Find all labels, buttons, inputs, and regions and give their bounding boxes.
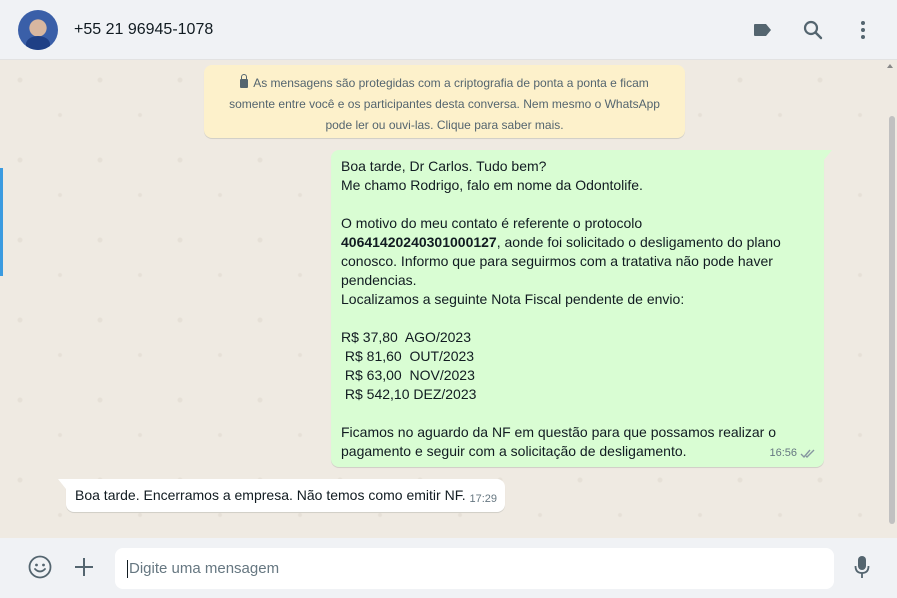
protocol-rest: , aonde foi solicitado o desligamento do… <box>496 234 781 250</box>
message-meta: 17:29 <box>469 490 497 509</box>
message-line <box>341 309 814 328</box>
message-input[interactable] <box>115 548 834 589</box>
message-line <box>341 195 814 214</box>
lock-icon <box>240 74 249 88</box>
composer-bar <box>0 538 897 598</box>
encryption-notice[interactable]: As mensagens são protegidas com a cripto… <box>204 65 685 138</box>
message-time: 17:29 <box>469 493 497 505</box>
avatar[interactable] <box>18 9 58 50</box>
message-meta: 16:56 <box>769 444 816 463</box>
message-line: R$ 81,60 OUT/2023 <box>341 348 475 364</box>
message-line: Boa tarde, Dr Carlos. Tudo bem? <box>341 158 547 174</box>
message-text: Boa tarde. Encerramos a empresa. Não tem… <box>75 487 466 503</box>
message-line: Localizamos a seguinte Nota Fiscal pende… <box>341 291 685 307</box>
search-icon[interactable] <box>801 18 825 42</box>
emoji-icon[interactable] <box>27 554 53 580</box>
encryption-notice-line-2: somente entre você e os participantes de… <box>229 97 660 111</box>
protocol-number: 40641420240301000127 <box>341 234 497 250</box>
chat-header: +55 21 96945-1078 <box>0 0 897 60</box>
scroll-up-arrow-icon[interactable] <box>887 64 893 68</box>
attach-plus-icon[interactable] <box>71 554 97 580</box>
message-line: O motivo do meu contato é referente o pr… <box>341 215 643 231</box>
scrollbar[interactable] <box>887 60 895 532</box>
message-line: R$ 63,00 NOV/2023 <box>341 367 475 383</box>
message-line: Ficamos no aguardo da NF em questão para… <box>341 424 777 440</box>
contact-name[interactable]: +55 21 96945-1078 <box>74 21 213 39</box>
message-line: pagamento e seguir com a solicitação de … <box>341 443 687 459</box>
text-caret <box>127 560 128 578</box>
encryption-notice-line-3: pode ler ou ouvi-las. Clique para saber … <box>325 118 564 132</box>
message-line <box>341 404 814 423</box>
header-actions <box>751 18 875 42</box>
conversation-panel[interactable]: As mensagens são protegidas com a cripto… <box>0 60 897 532</box>
message-line: Me chamo Rodrigo, falo em nome da Odonto… <box>341 177 643 193</box>
incoming-message[interactable]: Boa tarde. Encerramos a empresa. Não tem… <box>58 479 505 512</box>
microphone-icon[interactable] <box>849 554 875 580</box>
message-line: R$ 37,80 AGO/2023 <box>341 329 471 345</box>
message-line: R$ 542,10 DEZ/2023 <box>341 386 477 402</box>
message-line: pendencias. <box>341 272 417 288</box>
message-line-protocol: 40641420240301000127, aonde foi solicita… <box>341 233 814 252</box>
message-time: 16:56 <box>769 447 797 459</box>
double-check-icon <box>800 449 815 459</box>
encryption-notice-line-1: As mensagens são protegidas com a cripto… <box>216 73 673 94</box>
menu-icon[interactable] <box>851 18 875 42</box>
sidebar-resize-accent <box>0 168 3 276</box>
outgoing-message[interactable]: Boa tarde, Dr Carlos. Tudo bem? Me chamo… <box>331 150 832 467</box>
label-icon[interactable] <box>751 18 775 42</box>
message-line: conosco. Informo que para seguirmos com … <box>341 253 773 269</box>
scrollbar-thumb[interactable] <box>889 116 895 524</box>
